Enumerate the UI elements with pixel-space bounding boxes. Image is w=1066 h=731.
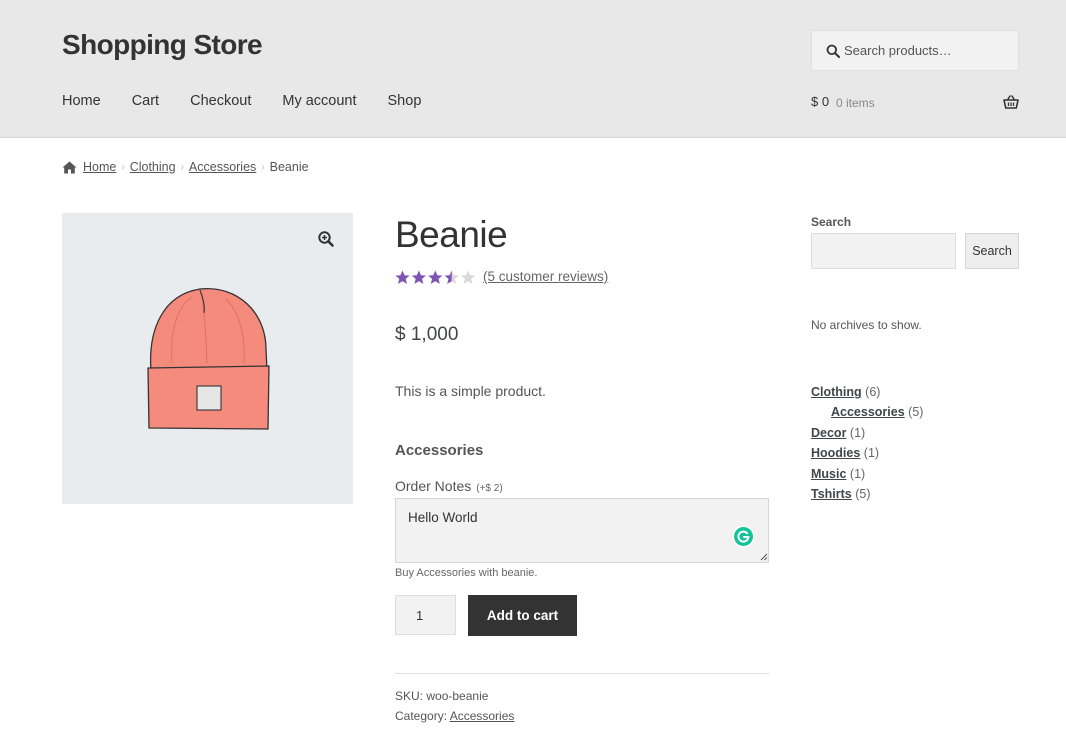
add-to-cart-button[interactable]: Add to cart [468, 595, 577, 636]
sidebar-search-label: Search [811, 215, 852, 229]
star-half-icon [444, 270, 459, 284]
sku-label: SKU: [395, 689, 424, 703]
category-item: Decor (1) [811, 426, 923, 446]
breadcrumb-clothing[interactable]: Clothing [130, 160, 176, 174]
category-item: Music (1) [811, 467, 923, 487]
category-item: Hoodies (1) [811, 446, 923, 466]
category-link-tshirts[interactable]: Tshirts [811, 487, 852, 501]
category-item: Tshirts (5) [811, 487, 923, 507]
chevron-right-icon: › [180, 161, 184, 173]
sidebar-search-button[interactable]: Search [965, 233, 1019, 269]
nav-shop[interactable]: Shop [388, 93, 422, 109]
order-notes-label-text: Order Notes [395, 478, 472, 494]
category-label: Category: [395, 709, 448, 723]
category-item: Clothing (6) [811, 385, 923, 405]
nav-home[interactable]: Home [62, 93, 101, 109]
nav-my-account[interactable]: My account [282, 93, 356, 109]
cart-total[interactable]: $ 0 [811, 94, 829, 109]
category-link-music[interactable]: Music [811, 467, 846, 481]
product-price: $ 1,000 [395, 324, 459, 345]
product-category: Category: Accessories [395, 709, 514, 723]
chevron-right-icon: › [121, 161, 125, 173]
category-count: (1) [863, 446, 880, 461]
order-notes-helper: Buy Accessories with beanie. [395, 567, 538, 579]
product-image[interactable] [62, 213, 353, 504]
star-icon [411, 270, 426, 284]
cart-item-count[interactable]: 0 items [836, 96, 875, 110]
breadcrumb: Home › Clothing › Accessories › Beanie [62, 160, 309, 174]
category-link[interactable]: Accessories [450, 709, 515, 723]
primary-nav: Home Cart Checkout My account Shop [62, 93, 452, 109]
product-categories-list: Clothing (6) Accessories (5) Decor (1) H… [811, 385, 923, 507]
breadcrumb-home[interactable]: Home [83, 160, 116, 174]
star-empty-icon [461, 270, 476, 284]
breadcrumb-current: Beanie [269, 160, 309, 174]
category-count: (5) [855, 486, 871, 501]
category-count: (1) [849, 425, 866, 440]
product-title: Beanie [395, 214, 508, 255]
sidebar-search-input[interactable] [811, 233, 956, 269]
star-icon [395, 270, 410, 284]
site-title[interactable]: Shopping Store [62, 29, 263, 61]
order-notes-label: Order Notes (+$ 2) [395, 478, 503, 494]
addons-heading: Accessories [395, 442, 484, 459]
product-search-box[interactable] [811, 30, 1019, 71]
sku-value: woo-beanie [426, 689, 489, 703]
breadcrumb-accessories[interactable]: Accessories [189, 160, 256, 174]
chevron-right-icon: › [261, 161, 265, 173]
category-link-accessories[interactable]: Accessories [831, 405, 905, 419]
basket-icon[interactable] [1003, 95, 1019, 109]
beanie-illustration [147, 288, 270, 430]
category-link-decor[interactable]: Decor [811, 426, 846, 440]
divider [395, 673, 769, 674]
order-notes-textarea[interactable]: Hello World [395, 498, 769, 563]
product-short-description: This is a simple product. [395, 383, 546, 399]
category-item: Accessories (5) [811, 405, 923, 425]
resize-grip-icon[interactable] [760, 553, 768, 561]
category-link-hoodies[interactable]: Hoodies [811, 446, 860, 460]
category-link-clothing[interactable]: Clothing [811, 385, 862, 399]
no-archives-text: No archives to show. [811, 318, 922, 332]
star-icon [428, 270, 443, 284]
search-icon [826, 44, 840, 58]
category-count: (5) [908, 405, 924, 420]
category-count: (1) [849, 466, 866, 481]
nav-checkout[interactable]: Checkout [190, 93, 251, 109]
customer-reviews-link[interactable]: (5 customer reviews) [483, 269, 608, 284]
product-sku: SKU: woo-beanie [395, 689, 488, 703]
home-icon [62, 161, 77, 173]
order-notes-price: (+$ 2) [476, 483, 503, 494]
zoom-icon[interactable] [317, 230, 335, 248]
star-rating [395, 270, 476, 285]
grammarly-icon[interactable] [732, 525, 755, 548]
category-count: (6) [865, 385, 881, 399]
quantity-input[interactable] [395, 595, 456, 635]
site-header: Shopping Store Home Cart Checkout My acc… [0, 0, 1066, 138]
nav-cart[interactable]: Cart [132, 93, 159, 109]
product-search-input[interactable] [844, 31, 1014, 70]
